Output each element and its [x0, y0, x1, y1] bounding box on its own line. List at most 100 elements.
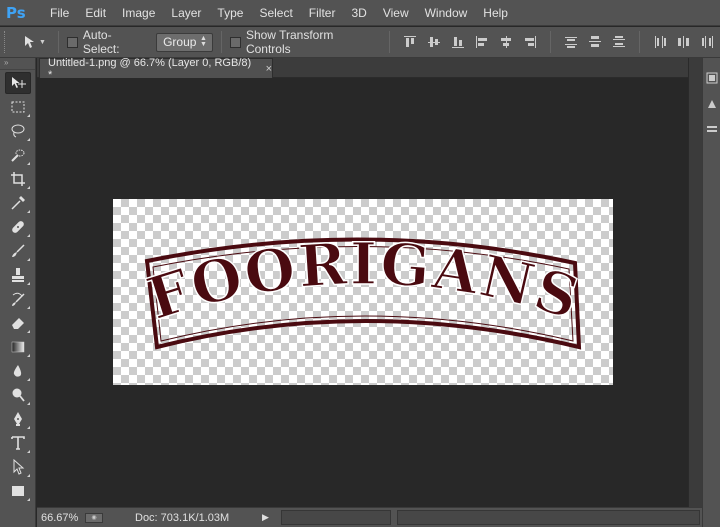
collapsed-panels: [702, 58, 720, 527]
auto-select-target-select[interactable]: Group ▲ ▼: [156, 32, 213, 52]
select-value: Group: [163, 35, 197, 49]
distribute-bottom-icon[interactable]: [611, 34, 627, 50]
quick-selection-tool-icon: [11, 149, 25, 162]
separator: [389, 31, 390, 53]
menu-help[interactable]: Help: [475, 0, 516, 26]
show-transform-checkbox[interactable]: [229, 36, 241, 48]
eyedropper-tool-icon: [11, 196, 25, 210]
pen-tool[interactable]: [5, 408, 31, 430]
options-bar: ▼ Auto-Select: Group ▲ ▼ Show Transform C…: [0, 27, 720, 58]
align-top-edges-icon[interactable]: [402, 34, 418, 50]
menu-view[interactable]: View: [375, 0, 417, 26]
path-selection-tool[interactable]: [5, 456, 31, 478]
gradient-tool[interactable]: [5, 336, 31, 358]
status-bar: 66.67% ◉ Doc: 703.1K/1.03M ▶: [37, 507, 702, 527]
menu-image[interactable]: Image: [114, 0, 163, 26]
clone-stamp-tool[interactable]: [5, 264, 31, 286]
menu-file[interactable]: File: [42, 0, 77, 26]
healing-brush-tool[interactable]: [5, 216, 31, 238]
document-tab-bar: Untitled-1.png @ 66.7% (Layer 0, RGB/8) …: [37, 57, 688, 81]
tools-panel: »: [0, 58, 36, 527]
move-icon: [24, 36, 34, 48]
distribute-horizontal-centers-icon[interactable]: [676, 34, 692, 50]
marquee-tool-icon: [11, 101, 25, 113]
separator: [57, 31, 59, 53]
crop-tool-icon: [11, 172, 25, 186]
photoshop-logo: Ps: [6, 3, 26, 22]
rectangle-tool[interactable]: [5, 480, 31, 502]
zoom-level[interactable]: 66.67%: [41, 512, 83, 524]
tool-preset-picker[interactable]: ▼: [18, 31, 50, 53]
document-info: Doc: 703.1K/1.03M: [135, 511, 230, 524]
document-tab[interactable]: Untitled-1.png @ 66.7% (Layer 0, RGB/8) …: [39, 57, 273, 81]
panel-icon[interactable]: [706, 124, 718, 136]
distribute-vertical-centers-icon[interactable]: [587, 34, 603, 50]
separator: [550, 31, 551, 53]
menu-edit[interactable]: Edit: [77, 0, 114, 26]
canvas-area[interactable]: FOORIGANS: [37, 79, 688, 507]
crop-tool[interactable]: [5, 168, 31, 190]
align-vertical-centers-icon[interactable]: [426, 34, 442, 50]
align-right-edges-icon[interactable]: [522, 34, 538, 50]
distribute-right-icon[interactable]: [700, 34, 716, 50]
dodge-tool-icon: [12, 388, 25, 402]
tools-panel-collapse[interactable]: »: [0, 58, 35, 70]
foorigans-artwork: FOORIGANS: [139, 229, 588, 350]
align-horizontal-centers-icon[interactable]: [498, 34, 514, 50]
path-selection-tool-icon: [13, 459, 25, 475]
preset-dropdown-icon: ▼: [38, 38, 46, 46]
artwork-text-path: FOORIGANS: [139, 229, 588, 334]
rectangle-tool-icon: [12, 486, 24, 496]
brush-tool[interactable]: [5, 240, 31, 262]
auto-select-checkbox[interactable]: [66, 36, 78, 48]
document-canvas[interactable]: FOORIGANS: [113, 199, 613, 385]
clone-stamp-tool-icon: [12, 268, 24, 282]
show-transform-label: Show Transform Controls: [245, 28, 334, 56]
proof-setup-icon[interactable]: ◉: [85, 512, 103, 523]
close-icon[interactable]: ×: [266, 63, 272, 75]
brush-tool-icon: [12, 244, 25, 257]
blur-tool[interactable]: [5, 360, 31, 382]
align-buttons: [398, 34, 542, 50]
history-brush-tool[interactable]: [5, 288, 31, 310]
menu-bar: Ps File Edit Image Layer Type Select Fil…: [0, 0, 720, 26]
menu-layer[interactable]: Layer: [163, 0, 209, 26]
artwork-text: FOORIGANS: [139, 230, 588, 333]
lasso-tool-icon: [11, 124, 25, 138]
options-grip[interactable]: [4, 31, 10, 53]
eyedropper-tool[interactable]: [5, 192, 31, 214]
separator: [639, 31, 640, 53]
eraser-tool[interactable]: [5, 312, 31, 334]
menu-3d[interactable]: 3D: [343, 0, 374, 26]
pen-tool-icon: [14, 412, 22, 426]
status-menu-arrow[interactable]: ▶: [262, 512, 269, 523]
healing-brush-tool-icon: [12, 221, 24, 233]
menu-type[interactable]: Type: [209, 0, 251, 26]
marquee-tool[interactable]: [5, 96, 31, 118]
menu-filter[interactable]: Filter: [301, 0, 344, 26]
updown-icon: ▲ ▼: [200, 34, 207, 48]
auto-select-label: Auto-Select:: [82, 28, 120, 56]
panel-icon[interactable]: [706, 98, 718, 110]
gradient-tool-icon: [11, 341, 25, 353]
blur-tool-icon: [13, 365, 22, 377]
horizontal-scrollbar[interactable]: [397, 510, 700, 525]
quick-selection-tool[interactable]: [5, 144, 31, 166]
align-left-edges-icon[interactable]: [474, 34, 490, 50]
history-brush-tool-icon: [12, 292, 25, 306]
dodge-tool[interactable]: [5, 384, 31, 406]
type-tool[interactable]: [5, 432, 31, 454]
lasso-tool[interactable]: [5, 120, 31, 142]
menu-window[interactable]: Window: [417, 0, 476, 26]
vertical-scrollbar[interactable]: [688, 58, 702, 507]
move-tool-icon: [12, 77, 26, 88]
eraser-tool-icon: [12, 318, 24, 329]
horizontal-scrollbar-thumb[interactable]: [281, 510, 391, 525]
menu-select[interactable]: Select: [251, 0, 300, 26]
distribute-left-icon[interactable]: [652, 34, 668, 50]
move-tool[interactable]: [5, 72, 31, 94]
distribute-top-icon[interactable]: [563, 34, 579, 50]
panel-icon[interactable]: [706, 72, 718, 84]
align-bottom-edges-icon[interactable]: [450, 34, 466, 50]
distribute-h-buttons: [648, 34, 720, 50]
